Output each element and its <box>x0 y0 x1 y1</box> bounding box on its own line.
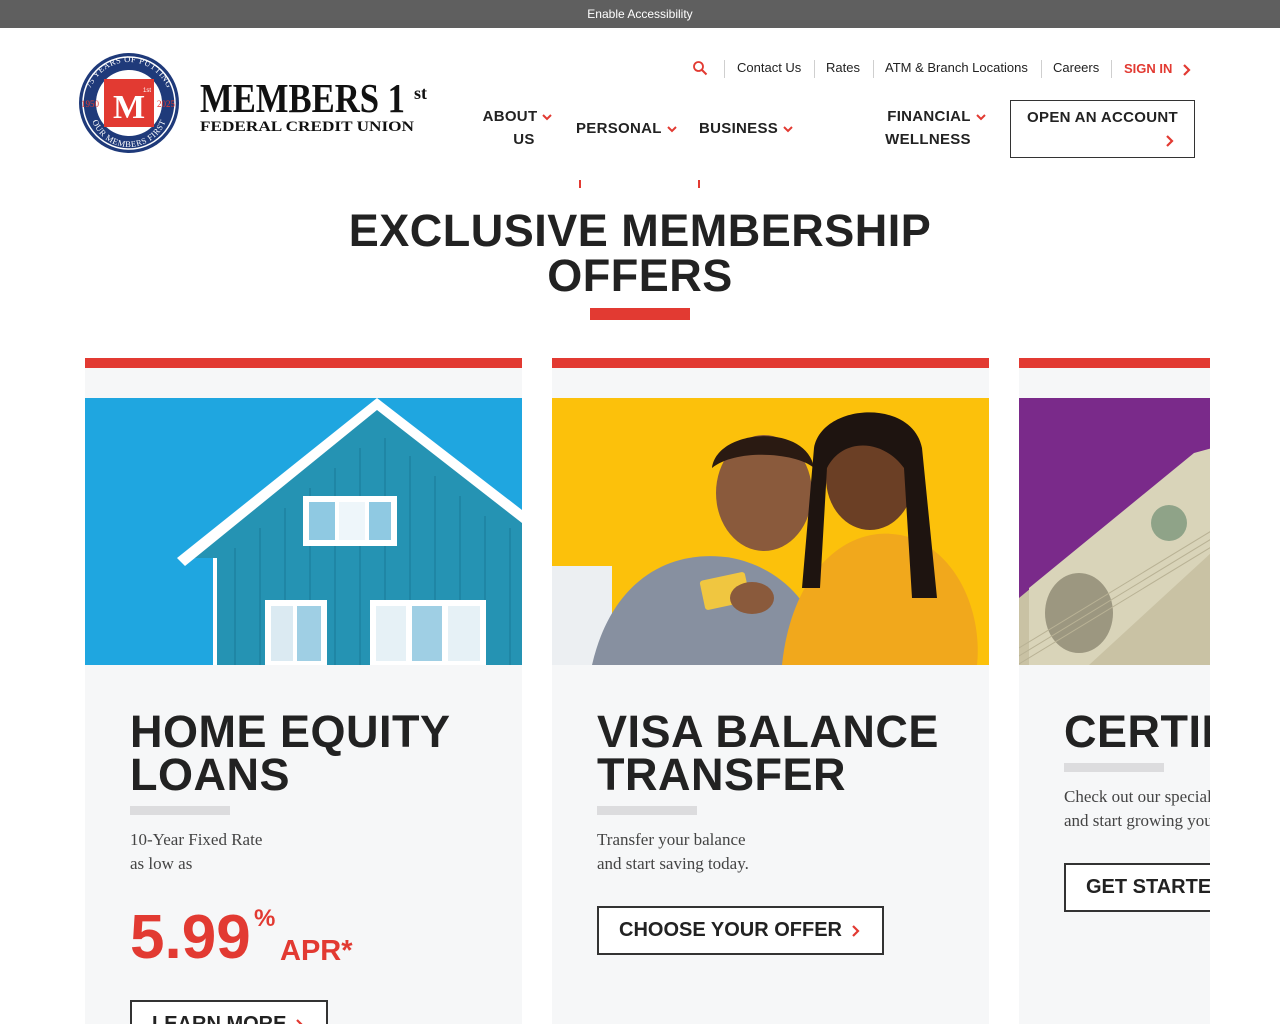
card-title-line2: TRANSFER <box>597 749 846 800</box>
card-desc-line1: Transfer your balance <box>597 830 746 849</box>
card-accent-bar <box>1019 358 1210 368</box>
couple-credit-card-image <box>552 398 989 665</box>
card-divider <box>1064 763 1164 772</box>
card-divider <box>597 806 697 815</box>
offer-card-certificates: CERTIFICATES Check out our special and s… <box>1019 358 1210 1024</box>
card-title-line2: LOANS <box>130 749 290 800</box>
card-desc-line1: Check out our special <box>1064 787 1210 806</box>
card-accent-bar <box>552 358 989 368</box>
chevron-right-icon <box>296 1018 304 1024</box>
card-desc-line2: as low as <box>130 854 193 873</box>
card-desc-line2: and start growing your <box>1064 811 1210 830</box>
card-desc-line1: 10-Year Fixed Rate <box>130 830 263 849</box>
choose-your-offer-button[interactable]: CHOOSE YOUR OFFER <box>597 906 884 955</box>
card-title-line1: CERTIFICATES <box>1064 706 1210 757</box>
rate-value: 5.99 <box>130 903 251 972</box>
cash-stack-image <box>1019 398 1210 665</box>
card-description: Check out our special and start growing … <box>1064 785 1210 833</box>
rate-percent-sign: % <box>254 905 276 932</box>
offers-carousel: HOME EQUITY LOANS 10-Year Fixed Rate as … <box>0 0 1210 1024</box>
chevron-right-icon <box>852 924 860 937</box>
choose-your-offer-label: CHOOSE YOUR OFFER <box>619 919 842 941</box>
card-desc-line2: and start saving today. <box>597 854 749 873</box>
card-divider <box>130 806 230 815</box>
card-title-line1: HOME EQUITY <box>130 706 451 757</box>
get-started-button[interactable]: GET STARTED <box>1064 863 1210 912</box>
get-started-label: GET STARTED <box>1086 876 1210 898</box>
rate-apr-label: APR* <box>280 935 353 967</box>
offer-card-home-equity: HOME EQUITY LOANS 10-Year Fixed Rate as … <box>85 358 522 1024</box>
card-title-line1: VISA BALANCE <box>597 706 939 757</box>
card-accent-bar <box>85 358 522 368</box>
house-image <box>85 398 522 665</box>
learn-more-label: LEARN MORE <box>152 1013 287 1024</box>
card-title: HOME EQUITY LOANS <box>130 706 510 800</box>
card-description: Transfer your balance and start saving t… <box>597 828 749 876</box>
offer-card-visa-balance-transfer: VISA BALANCE TRANSFER Transfer your bala… <box>552 358 989 1024</box>
card-title: CERTIFICATES <box>1064 706 1210 757</box>
learn-more-button[interactable]: LEARN MORE <box>130 1000 329 1024</box>
card-description: 10-Year Fixed Rate as low as <box>130 828 262 876</box>
card-title: VISA BALANCE TRANSFER <box>597 706 977 800</box>
